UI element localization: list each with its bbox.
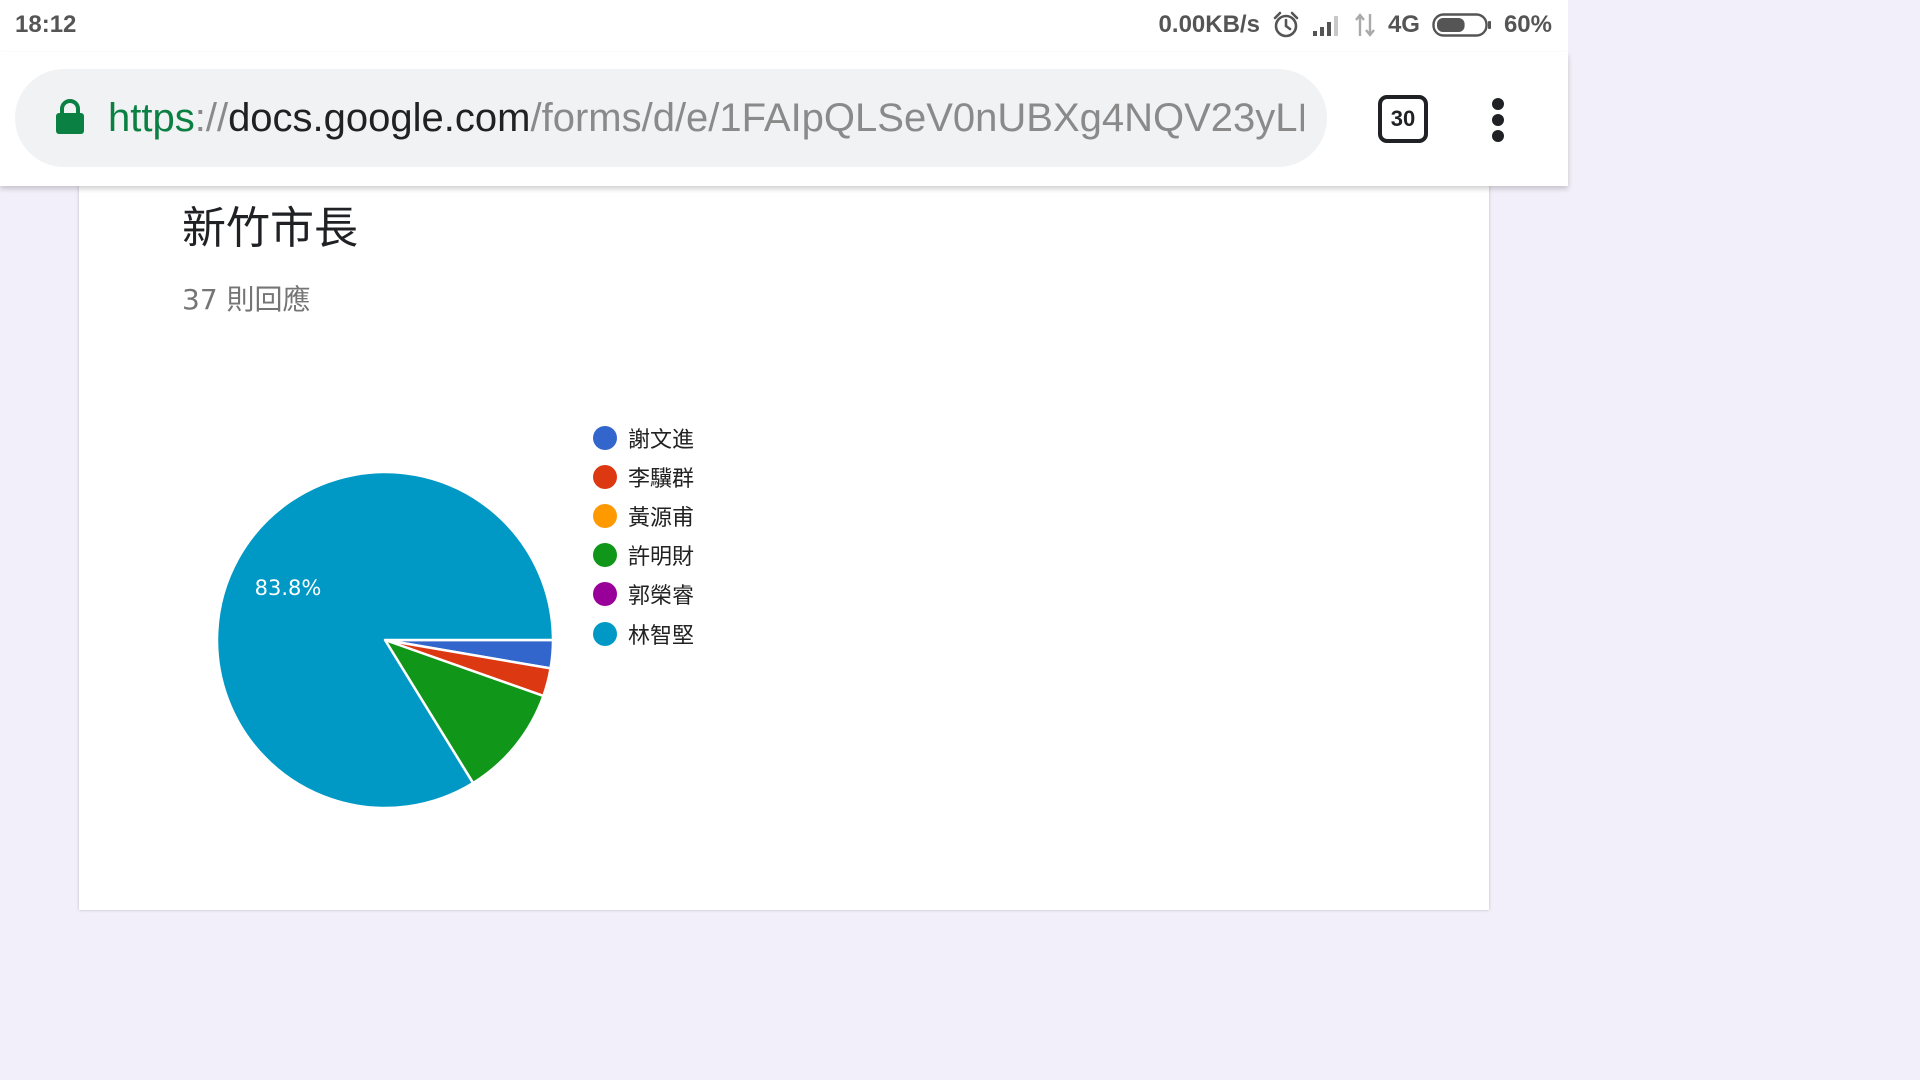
url-separator: :// xyxy=(194,96,229,140)
legend-swatch xyxy=(593,503,617,528)
legend-swatch xyxy=(593,582,617,607)
battery-percent: 60% xyxy=(1503,11,1552,38)
battery-icon xyxy=(1432,12,1492,38)
legend-swatch xyxy=(593,464,617,489)
legend-label: 李驥群 xyxy=(628,466,695,492)
tab-count: 30 xyxy=(1390,106,1416,131)
legend-swatch xyxy=(593,425,617,450)
legend-label: 林智堅 xyxy=(628,623,695,649)
data-transfer-icon xyxy=(1354,12,1376,38)
legend-item[interactable]: 李驥群 xyxy=(593,457,694,496)
legend-label: 許明財 xyxy=(628,545,695,571)
alarm-clock-icon xyxy=(1272,11,1300,39)
url-host: docs.google.com xyxy=(228,96,531,140)
response-card: 新竹市長 37 則回應 83.8% 謝文進 李驥群 黃源甫 許明財 郭榮睿 林智堅 xyxy=(79,150,1489,910)
url-text[interactable]: https://docs.google.com/forms/d/e/1FAIpQ… xyxy=(108,92,1304,144)
status-indicators: 0.00KB/s 4G 60% xyxy=(1159,8,1552,42)
lock-icon[interactable] xyxy=(55,99,85,139)
status-bar: 18:12 0.00KB/s 4G 60% xyxy=(0,0,1568,52)
legend-label: 郭榮睿 xyxy=(628,584,695,610)
chart-legend: 謝文進李驥群黃源甫許明財郭榮睿林智堅 xyxy=(593,418,694,653)
legend-label: 謝文進 xyxy=(628,427,695,453)
status-time: 18:12 xyxy=(15,11,77,38)
tab-switcher-button[interactable]: 30 xyxy=(1378,95,1428,143)
legend-swatch xyxy=(593,543,617,568)
legend-item[interactable]: 黃源甫 xyxy=(593,496,694,535)
browser-toolbar: https://docs.google.com/forms/d/e/1FAIpQ… xyxy=(0,52,1568,186)
network-type: 4G xyxy=(1387,11,1420,38)
legend-item[interactable]: 郭榮睿 xyxy=(593,575,694,614)
pie-data-label: 83.8% xyxy=(255,576,322,600)
url-scheme: https xyxy=(108,96,195,140)
signal-strength-icon xyxy=(1312,13,1342,37)
legend-swatch xyxy=(593,621,617,646)
legend-item[interactable]: 謝文進 xyxy=(593,418,694,457)
legend-label: 黃源甫 xyxy=(628,505,695,531)
address-bar[interactable]: https://docs.google.com/forms/d/e/1FAIpQ… xyxy=(15,69,1327,167)
url-path: /forms/d/e/1FAIpQLSeV0nUBXg4NQV23yLH xyxy=(530,96,1304,140)
pie-chart: 83.8% xyxy=(215,470,555,810)
legend-item[interactable]: 林智堅 xyxy=(593,614,694,653)
network-speed: 0.00KB/s xyxy=(1158,11,1260,38)
more-vert-icon[interactable] xyxy=(1484,96,1514,142)
legend-item[interactable]: 許明財 xyxy=(593,536,694,575)
